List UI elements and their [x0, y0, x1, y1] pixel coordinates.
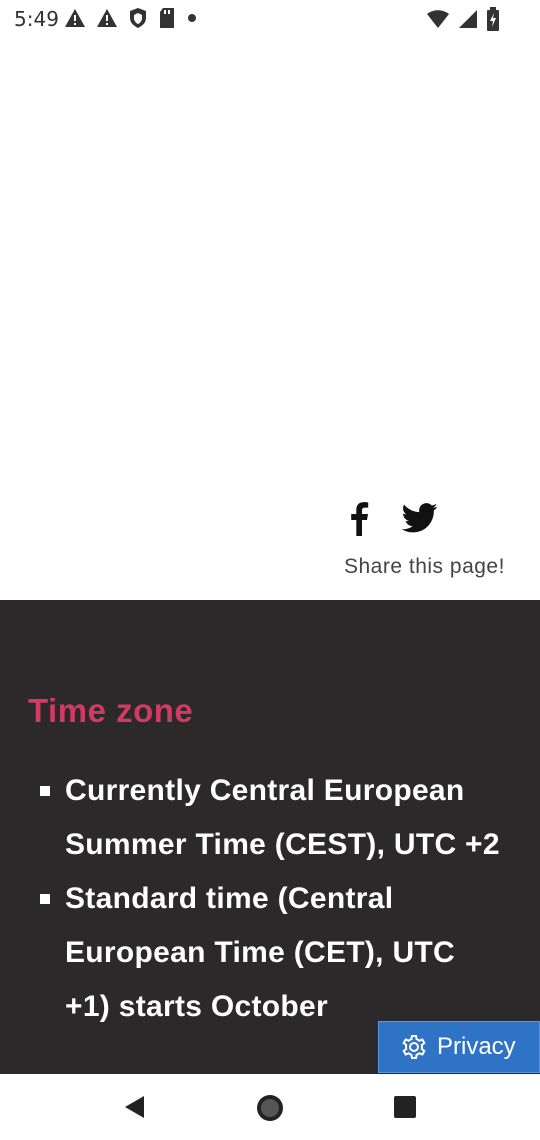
content-area — [0, 36, 540, 600]
time-zone-title: Time zone — [28, 692, 194, 729]
list-item-text: Currently Central European Summer Time (… — [65, 774, 500, 861]
share-label: Share this page! — [344, 555, 505, 578]
list-item-text: Standard time (Central European Time (CE… — [65, 882, 456, 1023]
status-icons-left — [64, 7, 198, 29]
time-zone-list: Currently Central European Summer Time (… — [0, 764, 540, 1034]
back-icon[interactable] — [122, 1094, 148, 1120]
warning-icon — [64, 8, 86, 28]
list-item: Currently Central European Summer Time (… — [0, 764, 505, 872]
status-time: 5:49 — [14, 7, 59, 31]
privacy-button[interactable]: Privacy — [378, 1021, 540, 1073]
bullet-icon — [40, 786, 50, 796]
privacy-label: Privacy — [437, 1033, 516, 1060]
navigation-bar — [0, 1074, 540, 1140]
facebook-icon[interactable] — [344, 500, 374, 536]
home-icon[interactable] — [256, 1094, 284, 1122]
battery-icon — [486, 7, 500, 31]
dot-icon — [186, 7, 198, 29]
signal-icon — [458, 9, 478, 29]
recent-apps-icon[interactable] — [394, 1096, 416, 1118]
twitter-icon[interactable] — [401, 502, 438, 534]
share-icons — [344, 500, 444, 540]
gear-icon — [401, 1034, 427, 1060]
sd-card-icon — [158, 7, 176, 29]
time-zone-section: Time zone Currently Central European Sum… — [0, 600, 540, 1074]
status-bar: 5:49 — [0, 0, 540, 36]
shield-icon — [128, 7, 148, 29]
warning-icon — [96, 8, 118, 28]
wifi-icon — [426, 9, 450, 29]
bullet-icon — [40, 894, 50, 904]
status-icons-right — [426, 7, 500, 31]
list-item: Standard time (Central European Time (CE… — [0, 872, 505, 1034]
